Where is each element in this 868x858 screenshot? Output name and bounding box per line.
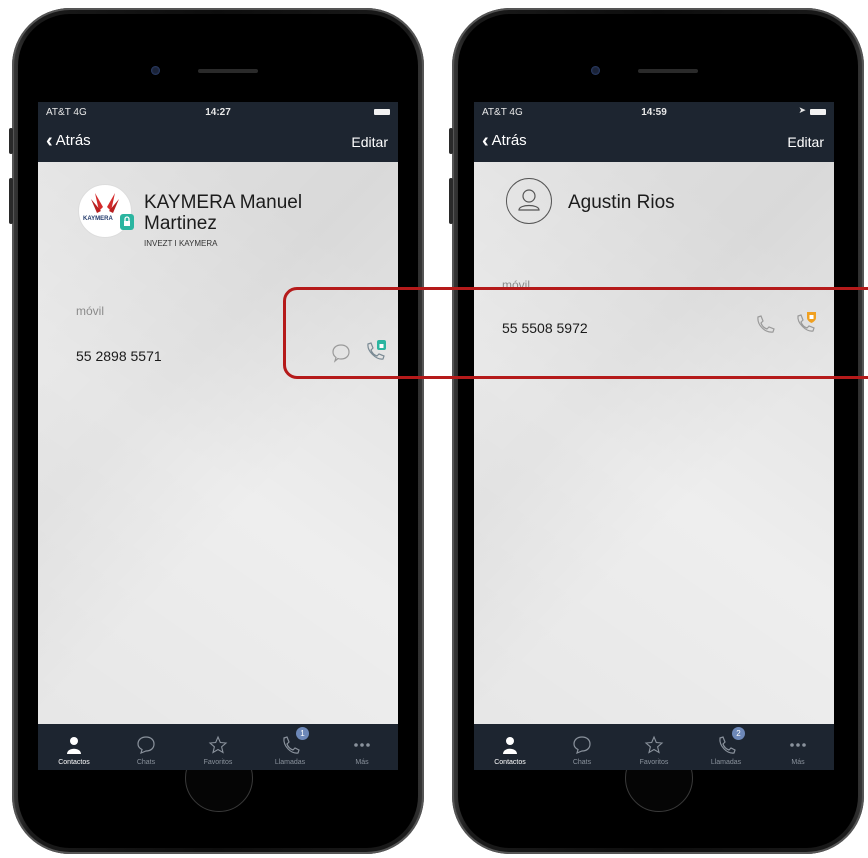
star-icon [208,734,228,756]
battery-icon [374,109,390,115]
secure-lock-badge [120,214,134,230]
tab-label: Más [791,759,805,766]
tab-favoritos[interactable]: Favoritos [182,724,254,770]
battery-icon [810,109,826,115]
person-icon [502,734,518,756]
tab-llamadas[interactable]: 2 Llamadas [690,724,762,770]
tab-bar: Contactos Chats Favoritos 2 Llamadas Más [474,724,834,770]
tab-contactos[interactable]: Contactos [38,724,110,770]
chevron-left-icon: ‹ [482,129,489,152]
tab-label: Más [355,759,369,766]
status-time: 14:27 [205,106,231,118]
avatar-logo-text: KAYMERA [83,216,113,222]
left-screen: AT&T 4G 14:27 ‹ Atrás Editar KAYMERA KAY… [38,102,398,770]
star-icon [644,734,664,756]
phone-type-label: móvil [76,304,105,318]
earpiece-speaker [638,69,698,73]
tab-chats[interactable]: Chats [546,724,618,770]
contact-name: Agustin Rios [568,192,675,213]
edit-button[interactable]: Editar [351,134,388,150]
location-arrow-icon: ➤ [798,105,806,115]
front-camera [591,66,600,75]
mute-switch [9,128,13,154]
back-label: Atrás [491,132,527,149]
mute-switch [449,128,453,154]
calls-badge: 2 [732,727,745,740]
contact-avatar [506,178,552,224]
contact-name-line2: Martinez [144,213,217,234]
tab-contactos[interactable]: Contactos [474,724,546,770]
volume-up-button [9,178,13,224]
left-phone-frame: AT&T 4G 14:27 ‹ Atrás Editar KAYMERA KAY… [9,8,424,854]
back-label: Atrás [55,132,91,149]
status-time: 14:59 [641,106,667,118]
back-button[interactable]: ‹ Atrás [482,129,527,152]
chat-bubble-icon [136,734,156,756]
tab-label: Favoritos [639,759,669,766]
tab-label: Llamadas [710,759,742,766]
tab-label: Contactos [58,759,90,766]
tab-mas[interactable]: Más [326,724,398,770]
phone-number[interactable]: 55 2898 5571 [76,348,162,364]
calls-badge: 1 [296,727,309,740]
chat-bubble-icon [572,734,592,756]
nav-bar: ‹ Atrás Editar [474,122,834,162]
tab-label: Chats [136,759,156,766]
edit-button[interactable]: Editar [787,134,824,150]
more-icon [788,734,808,756]
more-icon [352,734,372,756]
front-camera [151,66,160,75]
tab-label: Chats [572,759,592,766]
status-bar: AT&T 4G 14:59 ➤ [474,102,834,122]
tab-mas[interactable]: Más [762,724,834,770]
nav-bar: ‹ Atrás Editar [38,122,398,162]
tab-label: Contactos [494,759,526,766]
status-bar: AT&T 4G 14:27 [38,102,398,122]
back-button[interactable]: ‹ Atrás [46,129,91,152]
highlight-box [283,287,868,379]
tab-bar: Contactos Chats Favoritos 1 Llamadas Más [38,724,398,770]
contact-company: INVEZT I KAYMERA [144,239,218,248]
tab-label: Llamadas [274,759,306,766]
tab-favoritos[interactable]: Favoritos [618,724,690,770]
volume-up-button [449,178,453,224]
chevron-left-icon: ‹ [46,129,53,152]
tab-llamadas[interactable]: 1 Llamadas [254,724,326,770]
right-screen: AT&T 4G 14:59 ➤ ‹ Atrás Editar Agustin R… [474,102,834,770]
user-placeholder-icon [518,189,540,211]
contact-name-line1: KAYMERA Manuel [144,192,303,213]
earpiece-speaker [198,69,258,73]
lock-icon [124,216,130,226]
tab-label: Favoritos [203,759,233,766]
tab-chats[interactable]: Chats [110,724,182,770]
person-icon [66,734,82,756]
right-phone-frame: AT&T 4G 14:59 ➤ ‹ Atrás Editar Agustin R… [449,8,864,854]
contact-name: KAYMERA Manuel Martinez [144,192,302,234]
